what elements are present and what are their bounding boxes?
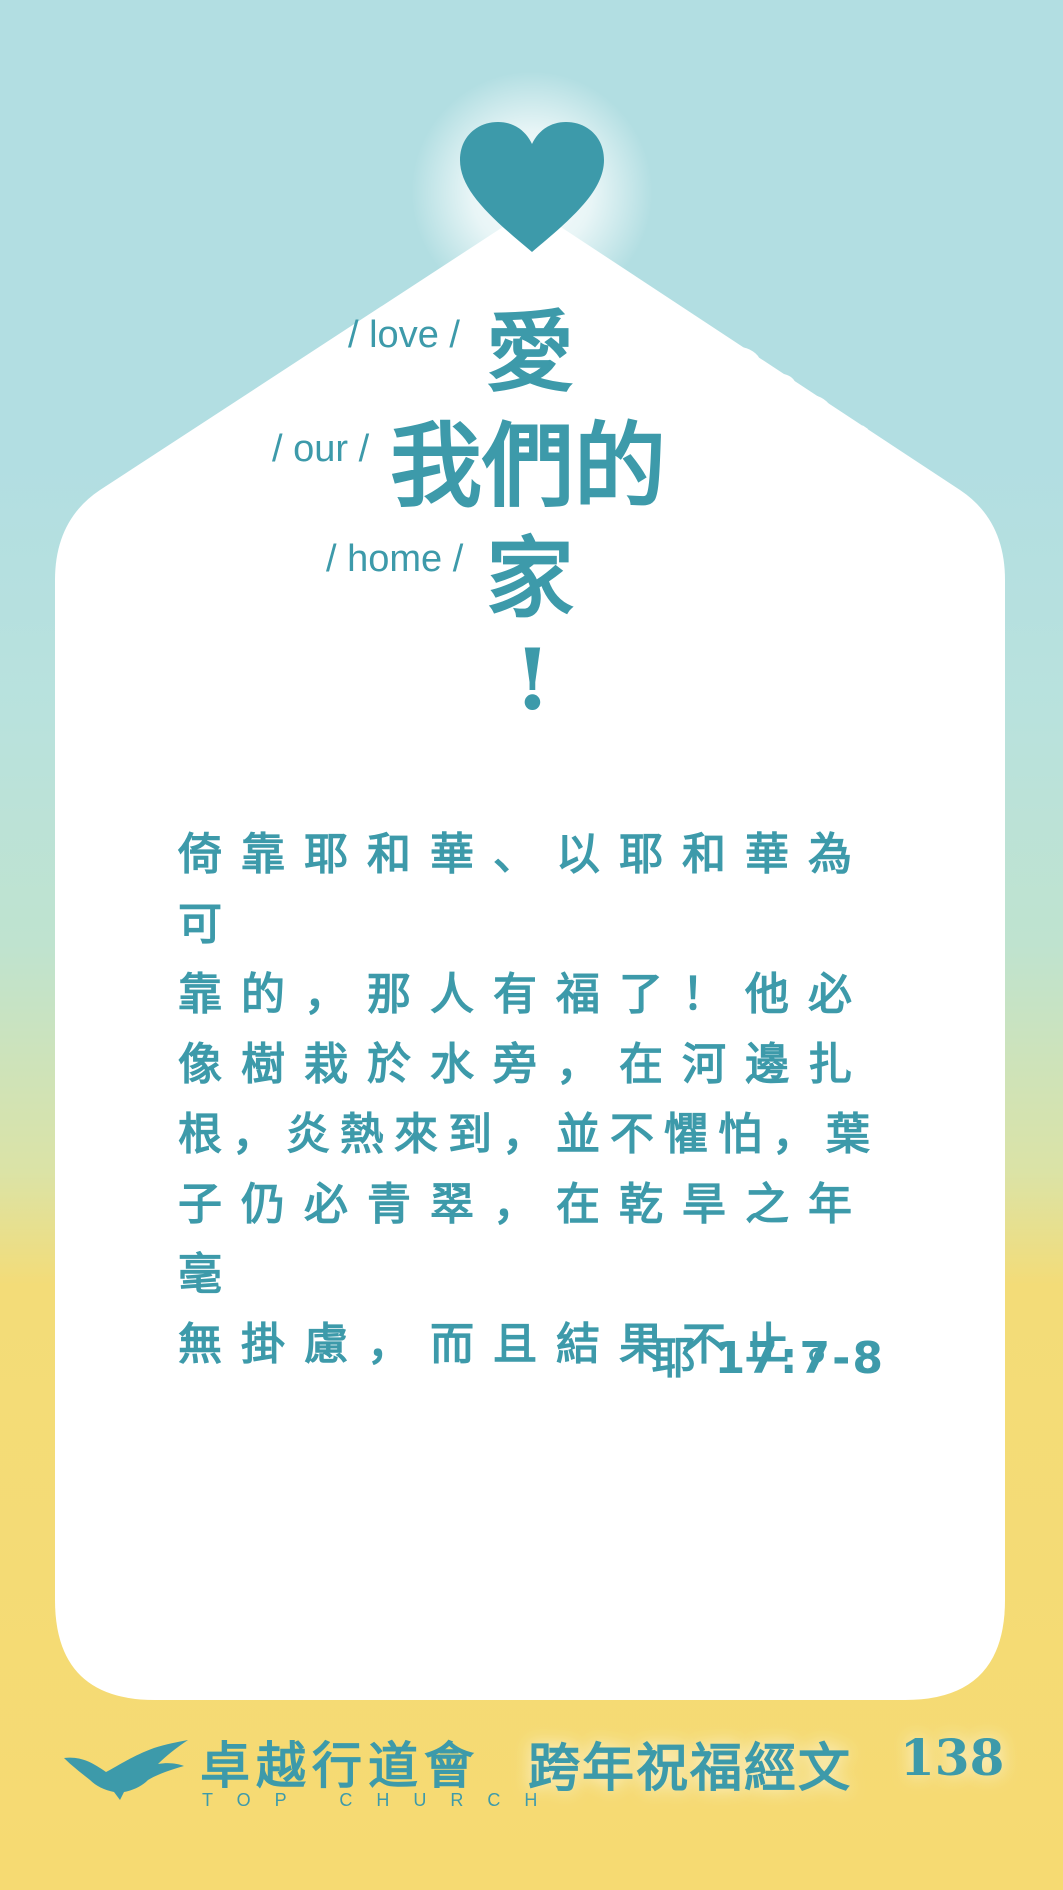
tag-our: / our / [272, 428, 370, 470]
blessing-card: 2024 / love / 愛 / our / 我們的 / home / 家 !… [0, 0, 1063, 1890]
verse-line: 靠的，那人有福了！他必 [178, 969, 871, 1020]
eagle-logo-icon [64, 1740, 188, 1800]
title-home: 家 [486, 526, 575, 630]
series-title: 跨年祝福經文 [528, 1738, 853, 1799]
title-love: 愛 [486, 300, 575, 404]
tag-home: / home / [326, 538, 464, 580]
verse-line: 像樹栽於水旁，在河邊扎 [178, 1039, 871, 1090]
heart-icon [460, 122, 604, 252]
verse-text: 倚靠耶和華、以耶和華為可 靠的，那人有福了！他必 像樹栽於水旁，在河邊扎 根，炎… [178, 820, 890, 1380]
verse-reference: 耶 17:7-8 [651, 1333, 885, 1384]
title-our: 我們的 [390, 412, 667, 520]
church-name: 卓越行道會 [200, 1737, 480, 1795]
verse-line: 倚靠耶和華、以耶和華為可 [178, 829, 871, 950]
page-number: 138 [900, 1728, 1005, 1787]
footer-bar: 卓越行道會 TOP CHURCH 跨年祝福經文 138 [0, 1712, 1063, 1822]
church-name-en: TOP CHURCH [202, 1790, 562, 1810]
verse-line: 子仍必青翠，在乾旱之年毫 [178, 1179, 871, 1300]
title-exclamation: ! [514, 630, 551, 729]
heart-emblem [410, 70, 654, 314]
verse-line: 根，炎熱來到，並不懼怕，葉 [178, 1109, 880, 1160]
tag-love: / love / [348, 314, 460, 356]
